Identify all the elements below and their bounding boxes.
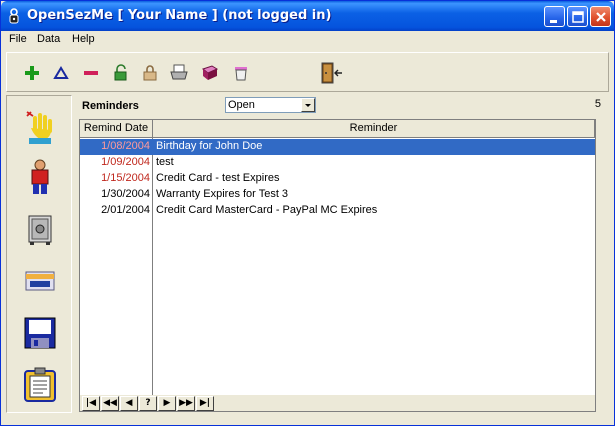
chevron-down-icon: [305, 104, 311, 107]
maximize-icon: [572, 11, 584, 23]
close-icon: [596, 12, 606, 22]
table-row[interactable]: 1/09/2004 test: [80, 155, 595, 171]
reminder-text-cell: Birthday for John Doe: [156, 140, 263, 152]
remind-date-cell: 1/30/2004: [101, 188, 150, 200]
next-record-button[interactable]: ▶: [158, 396, 176, 411]
trash-icon[interactable]: [231, 63, 251, 83]
table-row[interactable]: 2/01/2004 Credit Card MasterCard - PayPal…: [80, 203, 595, 219]
edit-icon[interactable]: [51, 63, 71, 83]
table-row[interactable]: 1/15/2004 Credit Card - test Expires: [80, 171, 595, 187]
reminder-text-cell: Credit Card MasterCard - PayPal MC Expir…: [156, 204, 378, 216]
remind-date-cell: 1/15/2004: [101, 172, 150, 184]
previous-record-button[interactable]: ◀: [120, 396, 138, 411]
unlock-icon[interactable]: [111, 63, 131, 83]
side-nav: [6, 95, 72, 413]
table-row[interactable]: 1/30/2004 Warranty Expires for Test 3: [80, 187, 595, 203]
last-record-button[interactable]: ▶|: [196, 396, 214, 411]
record-navigator: |◀ ◀◀ ◀ ? ▶ ▶▶ ▶|: [80, 395, 595, 411]
book-icon[interactable]: [200, 63, 220, 83]
previous-page-button[interactable]: ◀◀: [101, 396, 119, 411]
print-icon[interactable]: [169, 63, 189, 83]
delete-icon[interactable]: [81, 63, 101, 83]
maximize-button[interactable]: [567, 6, 588, 27]
window-title: OpenSezMe [ Your Name ] (not logged in): [27, 8, 332, 23]
reminders-grid: Remind Date Reminder 1/08/2004 Birthday f…: [79, 119, 596, 412]
status-filter-value: Open: [228, 99, 255, 111]
disk-icon[interactable]: [21, 314, 59, 352]
lock-icon[interactable]: [140, 63, 160, 83]
menu-help[interactable]: Help: [72, 33, 95, 45]
dropdown-arrow-icon[interactable]: [301, 98, 315, 112]
toolbar: [6, 52, 609, 92]
menu-file[interactable]: File: [9, 33, 27, 45]
app-window: OpenSezMe [ Your Name ] (not logged in) …: [0, 0, 615, 426]
person-icon[interactable]: [21, 158, 59, 196]
minimize-icon: [550, 20, 557, 23]
key-icon: [9, 8, 19, 24]
reminders-icon[interactable]: [21, 108, 59, 146]
column-header-remind-date[interactable]: Remind Date: [80, 120, 153, 138]
reminder-count: 5: [594, 98, 601, 110]
exit-icon[interactable]: [320, 62, 344, 84]
remind-date-cell: 2/01/2004: [101, 204, 150, 216]
table-row[interactable]: 1/08/2004 Birthday for John Doe: [80, 139, 595, 155]
menu-bar: File Data Help: [1, 31, 614, 49]
minimize-button[interactable]: [544, 6, 565, 27]
add-icon[interactable]: [22, 63, 42, 83]
reminder-text-cell: Credit Card - test Expires: [156, 172, 280, 184]
next-page-button[interactable]: ▶▶: [177, 396, 195, 411]
reminder-text-cell: test: [156, 156, 174, 168]
clipboard-icon[interactable]: [21, 366, 59, 404]
panel-title: Reminders: [82, 100, 139, 112]
first-record-button[interactable]: |◀: [82, 396, 100, 411]
help-record-button[interactable]: ?: [139, 396, 157, 411]
title-bar[interactable]: OpenSezMe [ Your Name ] (not logged in): [1, 1, 614, 31]
status-filter-dropdown[interactable]: Open: [225, 97, 316, 113]
menu-data[interactable]: Data: [37, 33, 60, 45]
reminder-text-cell: Warranty Expires for Test 3: [156, 188, 289, 200]
credit-card-icon[interactable]: [21, 262, 59, 300]
close-button[interactable]: [590, 6, 611, 27]
remind-date-cell: 1/08/2004: [101, 140, 150, 152]
safe-icon[interactable]: [21, 210, 59, 248]
column-header-reminder[interactable]: Reminder: [153, 120, 595, 138]
remind-date-cell: 1/09/2004: [101, 156, 150, 168]
